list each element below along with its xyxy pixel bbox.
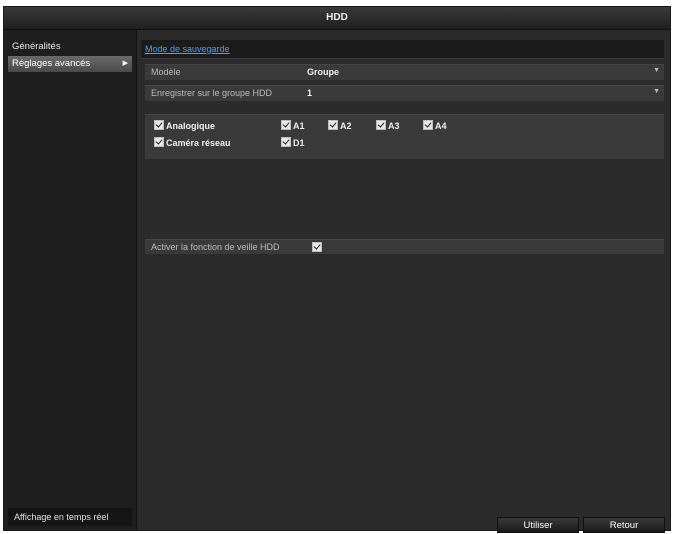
ip-camera-checkbox[interactable]: Caméra réseau (154, 137, 231, 149)
hdd-group-label: Enregistrer sur le groupe HDD (151, 88, 273, 98)
chevron-right-icon: ▶ (122, 60, 128, 67)
mode-select[interactable]: Groupe (307, 67, 339, 77)
channel-a1-checkbox[interactable]: A1 (281, 120, 305, 132)
hdd-standby-label: Activer la fonction de veille HDD (151, 242, 280, 252)
checkbox-checked-icon (154, 137, 164, 147)
checkbox-checked-icon (281, 137, 291, 147)
back-button[interactable]: Retour (583, 517, 665, 533)
checkbox-checked-icon (423, 120, 433, 130)
window-title: HDD (4, 7, 670, 30)
sidebar-item-label: Réglages avancés (12, 58, 91, 69)
mode-label: Modèle (151, 67, 181, 77)
channel-a3-checkbox[interactable]: A3 (376, 120, 400, 132)
hdd-group-select[interactable]: 1 (307, 88, 312, 98)
checkbox-checked-icon (281, 120, 291, 130)
chevron-down-icon[interactable]: ▼ (653, 67, 660, 74)
hdd-standby-checkbox[interactable] (312, 242, 322, 252)
hdd-window: HDD Généralités Réglages avancés ▶ Affic… (3, 6, 671, 533)
checkbox-checked-icon (328, 120, 338, 130)
mode-row[interactable]: Modèle Groupe ▼ (145, 64, 664, 80)
channel-d1-checkbox[interactable]: D1 (281, 137, 305, 149)
chevron-down-icon[interactable]: ▼ (653, 88, 660, 95)
tab-backup-mode[interactable]: Mode de sauvegarde (145, 44, 230, 54)
channel-a4-checkbox[interactable]: A4 (423, 120, 447, 132)
channel-selection: Analogique A1 A2 A3 A4 Caméra réseau D1 (145, 114, 664, 159)
sidebar-item-label: Généralités (12, 41, 61, 52)
channel-a2-checkbox[interactable]: A2 (328, 120, 352, 132)
checkbox-checked-icon (154, 120, 164, 130)
analog-checkbox[interactable]: Analogique (154, 120, 215, 132)
sidebar-item-general[interactable]: Généralités (8, 39, 132, 55)
live-view-button[interactable]: Affichage en temps réel (8, 508, 132, 526)
checkbox-checked-icon (376, 120, 386, 130)
main-panel: Mode de sauvegarde Modèle Groupe ▼ Enreg… (141, 40, 665, 533)
apply-button[interactable]: Utiliser (497, 517, 579, 533)
hdd-standby-row: Activer la fonction de veille HDD (145, 239, 664, 254)
hdd-group-row[interactable]: Enregistrer sur le groupe HDD 1 ▼ (145, 85, 664, 101)
sidebar-item-advanced-settings[interactable]: Réglages avancés ▶ (8, 56, 132, 72)
sidebar: Généralités Réglages avancés ▶ Affichage… (4, 30, 137, 530)
tab-bar: Mode de sauvegarde (141, 40, 664, 59)
